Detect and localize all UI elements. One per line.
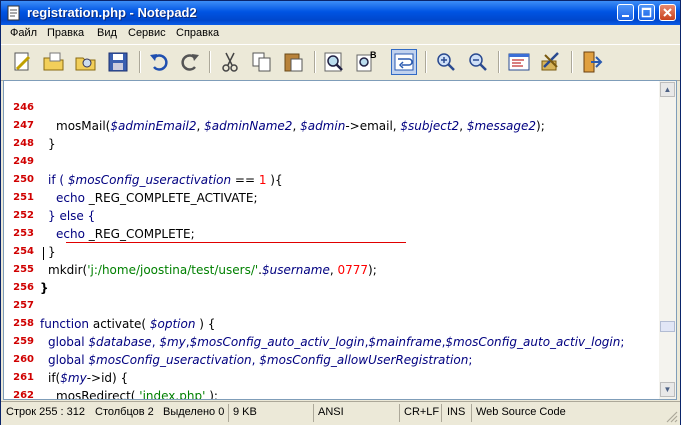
arrow-down-icon: ▼ [663,385,672,394]
code-line: 262 } [4,369,660,399]
menu-bar: Файл Правка Вид Сервис Справка [1,25,680,43]
replace-icon: B [356,50,377,72]
undo-button[interactable] [146,49,172,75]
scroll-down-button[interactable]: ▼ [660,382,675,397]
code-line: 249 if ( $mosConfig_useractivation == 1 … [4,135,660,187]
status-position: Строк 255 : 312 [6,406,85,418]
code-line: 258 global $database, $my,$mosConfig_aut… [4,297,660,349]
find-icon [324,52,343,72]
code-line: 257 function activate( $option ) { [4,279,660,331]
code-line: 247 } [4,99,660,151]
error-underline [66,242,406,243]
status-selection: Выделено 0 [163,406,225,418]
code-line: 248 [4,117,660,149]
maximize-icon [641,7,652,18]
code-line: 256 [4,261,660,293]
menu-tools[interactable]: Сервис [128,27,166,39]
word-wrap-button[interactable] [391,49,417,75]
scheme-icon [508,53,530,71]
minimize-icon [622,15,629,17]
redo-button[interactable] [177,49,203,75]
code-line: 251 } else { [4,171,660,223]
code-line: 263 [4,387,660,399]
minimize-button[interactable] [617,4,634,21]
text-cursor [43,247,44,260]
browse-icon [75,57,96,71]
close-button[interactable] [659,4,676,21]
zoom-in-button[interactable] [433,49,459,75]
paste-icon [284,53,303,72]
maximize-button[interactable] [638,4,655,21]
open-file-button[interactable] [41,49,67,75]
undo-icon [150,54,168,71]
save-icon [108,52,128,72]
code-line: 259 global $mosConfig_useractivation, $m… [4,315,660,367]
cut-icon [222,52,238,72]
arrow-up-icon: ▲ [663,85,672,94]
status-column: Столбцов 2 [95,406,154,418]
menu-help[interactable]: Справка [176,27,219,39]
exit-button[interactable] [579,49,605,75]
open-file-icon [43,52,64,71]
status-bar: Строк 255 : 312 Столбцов 2 Выделено 0 9 … [1,401,680,425]
zoom-out-icon [469,53,487,71]
status-scheme[interactable]: Web Source Code [476,406,566,418]
svg-text:B: B [370,50,377,60]
customize-schemes-button[interactable] [538,49,564,75]
word-wrap-icon [394,53,414,71]
menu-view[interactable]: Вид [97,27,117,39]
redo-icon [181,54,199,71]
zoom-in-icon [437,53,455,71]
copy-button[interactable] [249,49,275,75]
find-button[interactable] [321,49,347,75]
paste-button[interactable] [281,49,307,75]
browse-button[interactable] [73,49,99,75]
code-line: 260 if($my->id) { [4,333,660,385]
cut-button[interactable] [217,49,243,75]
window-title: registration.php - Notepad2 [27,5,197,20]
new-file-icon [14,52,31,71]
save-button[interactable] [105,49,131,75]
title-bar[interactable]: registration.php - Notepad2 [1,1,680,25]
exit-icon [583,51,603,73]
scroll-up-button[interactable]: ▲ [660,82,675,97]
code-line: 261 mosRedirect( 'index.php' ); [4,351,660,399]
status-encoding[interactable]: ANSI [318,406,344,418]
code-line: 255 } [4,243,660,295]
code-line: 252 echo _REG_COMPLETE; [4,189,660,241]
copy-icon [252,52,271,72]
notepad-app-icon [7,5,20,21]
menu-file[interactable]: Файл [10,27,37,39]
code-line: 253 } [4,207,660,259]
code-line: 250 echo _REG_COMPLETE_ACTIVATE; [4,153,660,205]
code-line: 246 mosMail($adminEmail2, $adminName2, $… [4,81,660,133]
status-eol[interactable]: CR+LF [404,406,439,418]
close-icon [663,8,672,17]
notepad2-window: registration.php - Notepad2 Файл Правка … [0,0,681,425]
vertical-scrollbar[interactable]: ▲ ▼ [659,80,677,400]
scroll-thumb[interactable] [660,321,675,332]
toolbar: B [1,44,680,81]
menu-edit[interactable]: Правка [47,27,84,39]
code-line: 254 mkdir('j:/home/joostina/test/users/'… [4,225,660,277]
zoom-out-button[interactable] [465,49,491,75]
status-size: 9 KB [233,406,257,418]
customize-icon [541,52,559,71]
resize-grip-icon[interactable] [665,410,678,423]
status-insert-mode: INS [447,406,466,418]
scheme-button[interactable] [506,49,532,75]
replace-button[interactable]: B [353,49,379,75]
new-file-button[interactable] [9,49,35,75]
code-editor[interactable]: 246 mosMail($adminEmail2, $adminName2, $… [3,80,660,400]
